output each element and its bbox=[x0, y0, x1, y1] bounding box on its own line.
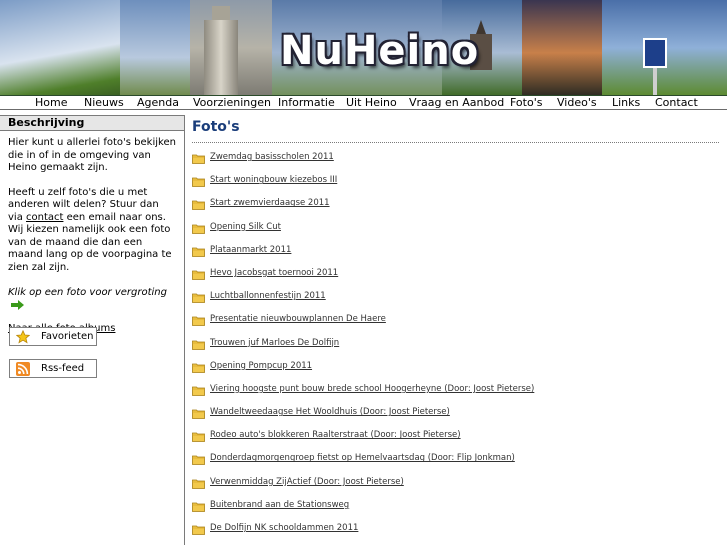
banner-photo-sky bbox=[0, 0, 120, 95]
click-hint-text: Klik op een foto voor vergroting bbox=[8, 287, 167, 298]
album-list-item: Buitenbrand aan de Stationsweg bbox=[192, 494, 722, 517]
folder-icon bbox=[192, 499, 205, 512]
nav-voorzieningen[interactable]: Voorzieningen bbox=[193, 96, 271, 109]
nav-home[interactable]: Home bbox=[35, 96, 67, 109]
album-list-item: Verwenmiddag ZijActief (Door: Joost Piet… bbox=[192, 471, 722, 494]
folder-icon bbox=[192, 522, 205, 535]
folder-icon bbox=[192, 452, 205, 466]
album-list-item: Plataanmarkt 2011 bbox=[192, 239, 722, 262]
album-link[interactable]: Wandeltweedaagse Het Wooldhuis (Door: Jo… bbox=[210, 407, 450, 417]
album-list-item: Start zwemvierdaagse 2011 bbox=[192, 192, 722, 215]
album-list-item: Viering hoogste punt bouw brede school H… bbox=[192, 378, 722, 401]
album-link[interactable]: Luchtballonnenfestijn 2011 bbox=[210, 291, 326, 301]
album-link[interactable]: Viering hoogste punt bouw brede school H… bbox=[210, 384, 534, 394]
album-list-item: Zwemdag basisscholen 2011 bbox=[192, 146, 722, 169]
album-link[interactable]: Verwenmiddag ZijActief (Door: Joost Piet… bbox=[210, 477, 404, 487]
banner-photo-sunset bbox=[522, 0, 602, 95]
album-list-item: Hevo Jacobsgat toernooi 2011 bbox=[192, 262, 722, 285]
nav-fotos[interactable]: Foto's bbox=[510, 96, 542, 109]
album-list-item: De Dolfijn NK schooldammen 2011 bbox=[192, 517, 722, 540]
favorites-button[interactable]: Favorieten bbox=[9, 327, 97, 346]
monument-tower bbox=[204, 6, 238, 95]
album-list-item: Trouwen juf Marloes De Dolfijn bbox=[192, 332, 722, 355]
album-list-item: Opening Silk Cut bbox=[192, 216, 722, 239]
folder-icon bbox=[192, 151, 205, 164]
sidebar: Beschrijving Hier kunt u allerlei foto's… bbox=[0, 115, 185, 545]
album-list-item: Rodeo auto's blokkeren Raalterstraat (Do… bbox=[192, 424, 722, 447]
main-navigation: Home Nieuws Agenda Voorzieningen Informa… bbox=[0, 96, 727, 110]
contact-link[interactable]: contact bbox=[26, 212, 63, 223]
folder-icon bbox=[192, 337, 205, 350]
star-icon bbox=[15, 329, 31, 344]
rss-feed-button[interactable]: Rss-feed bbox=[9, 359, 97, 378]
folder-icon bbox=[192, 244, 205, 257]
album-link[interactable]: Donderdagmorgengroep fietst op Hemelvaar… bbox=[210, 453, 515, 463]
folder-icon bbox=[192, 174, 205, 188]
favorites-label: Favorieten bbox=[41, 331, 94, 342]
album-link[interactable]: Opening Pompcup 2011 bbox=[210, 361, 312, 371]
album-link[interactable]: De Dolfijn NK schooldammen 2011 bbox=[210, 523, 358, 533]
folder-icon bbox=[192, 221, 205, 234]
folder-icon bbox=[192, 406, 205, 419]
nav-informatie[interactable]: Informatie bbox=[278, 96, 335, 109]
album-link[interactable]: Hevo Jacobsgat toernooi 2011 bbox=[210, 268, 338, 278]
nav-vraag-en-aanbod[interactable]: Vraag en Aanbod bbox=[409, 96, 504, 109]
album-link[interactable]: Start woningbouw kiezebos III bbox=[210, 175, 337, 185]
main-content: Foto's Zwemdag basisscholen 2011 Start wo… bbox=[192, 115, 722, 545]
album-link[interactable]: Buitenbrand aan de Stationsweg bbox=[210, 500, 349, 510]
title-divider bbox=[192, 142, 719, 143]
folder-icon bbox=[192, 267, 205, 280]
banner-photo-field bbox=[120, 0, 190, 95]
nav-nieuws[interactable]: Nieuws bbox=[84, 96, 124, 109]
nav-agenda[interactable]: Agenda bbox=[137, 96, 179, 109]
folder-icon bbox=[192, 383, 205, 396]
sidebar-heading: Beschrijving bbox=[0, 115, 184, 131]
click-hint: Klik op een foto voor vergroting bbox=[0, 287, 184, 312]
site-logo[interactable]: NuHeino bbox=[280, 28, 479, 74]
album-list-item: Presentatie nieuwbouwplannen De Haere bbox=[192, 308, 722, 331]
sidebar-intro: Hier kunt u allerlei foto's bekijken die… bbox=[8, 137, 176, 173]
arrow-right-icon bbox=[11, 299, 25, 310]
album-link[interactable]: Plataanmarkt 2011 bbox=[210, 245, 291, 255]
folder-icon bbox=[192, 429, 205, 443]
album-link[interactable]: Presentatie nieuwbouwplannen De Haere bbox=[210, 314, 386, 324]
album-list: Zwemdag basisscholen 2011 Start woningbou… bbox=[192, 146, 722, 540]
nav-links[interactable]: Links bbox=[612, 96, 640, 109]
album-link[interactable]: Opening Silk Cut bbox=[210, 222, 281, 232]
album-list-item: Luchtballonnenfestijn 2011 bbox=[192, 285, 722, 308]
album-link[interactable]: Zwemdag basisscholen 2011 bbox=[210, 152, 334, 162]
album-link[interactable]: Start zwemvierdaagse 2011 bbox=[210, 198, 330, 208]
album-list-item: Donderdagmorgengroep fietst op Hemelvaar… bbox=[192, 447, 722, 470]
sidebar-share-text: Heeft u zelf foto's die u met anderen wi… bbox=[0, 187, 184, 275]
album-list-item: Opening Pompcup 2011 bbox=[192, 355, 722, 378]
folder-icon bbox=[192, 360, 205, 373]
nav-contact[interactable]: Contact bbox=[655, 96, 698, 109]
rss-icon bbox=[16, 362, 30, 376]
rss-label: Rss-feed bbox=[41, 363, 85, 374]
album-list-item: Wandeltweedaagse Het Wooldhuis (Door: Jo… bbox=[192, 401, 722, 424]
folder-icon bbox=[192, 313, 205, 327]
header-banner: NuHeino bbox=[0, 0, 727, 96]
place-name-sign bbox=[643, 38, 667, 68]
nav-videos[interactable]: Video's bbox=[557, 96, 597, 109]
nav-uit-heino[interactable]: Uit Heino bbox=[346, 96, 397, 109]
folder-icon bbox=[192, 476, 205, 489]
album-list-item: Start woningbouw kiezebos III bbox=[192, 169, 722, 192]
folder-icon bbox=[192, 197, 205, 211]
album-link[interactable]: Trouwen juf Marloes De Dolfijn bbox=[210, 338, 339, 348]
folder-icon bbox=[192, 290, 205, 304]
album-link[interactable]: Rodeo auto's blokkeren Raalterstraat (Do… bbox=[210, 430, 461, 440]
sign-post bbox=[653, 68, 657, 95]
page-title: Foto's bbox=[192, 119, 240, 135]
